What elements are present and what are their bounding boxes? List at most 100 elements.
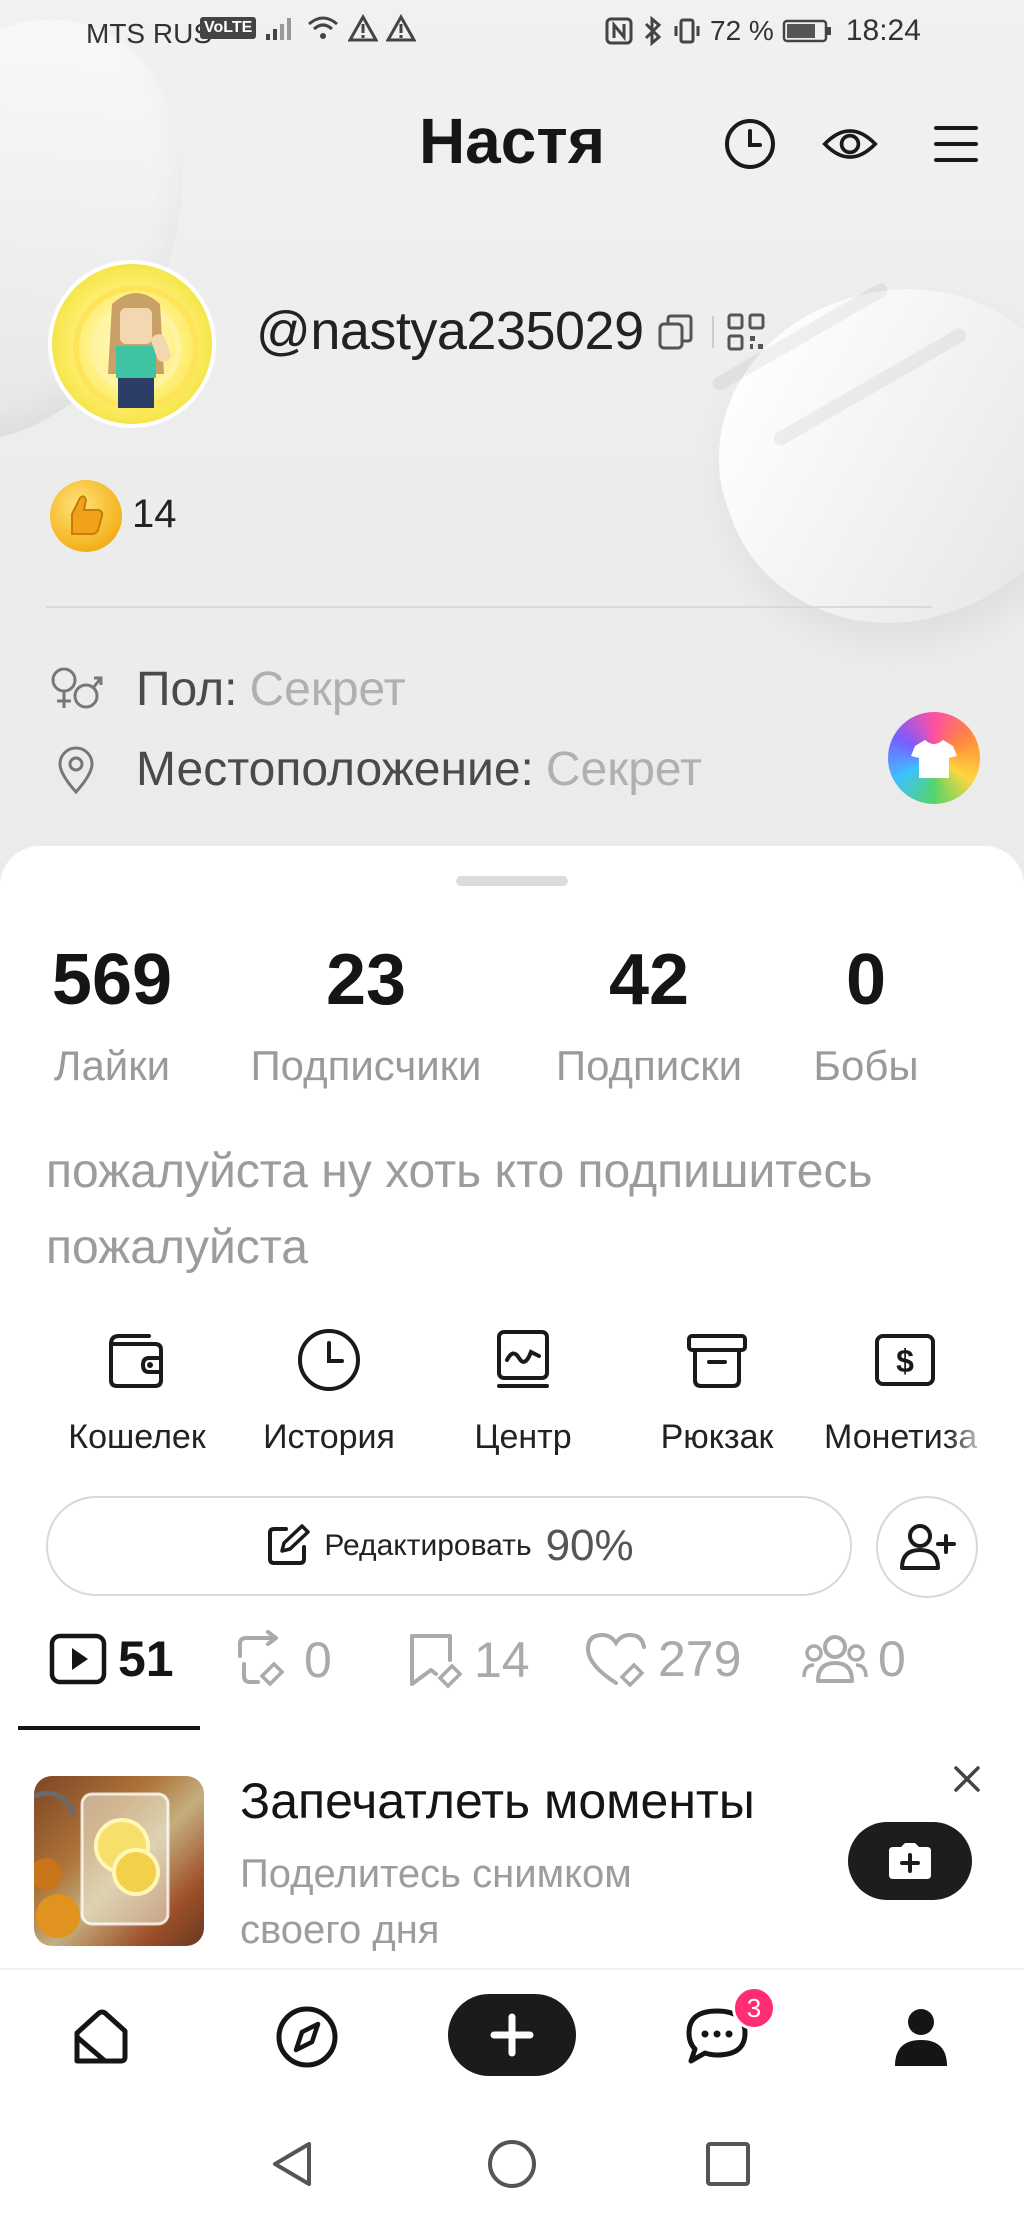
wifi-icon	[308, 16, 339, 39]
shirt-icon	[911, 740, 957, 778]
close-icon[interactable]	[950, 1762, 984, 1796]
clock-icon[interactable]	[722, 116, 778, 172]
location-pin-icon	[58, 746, 94, 794]
gender-value: Секрет	[249, 663, 406, 716]
tab-count: 0	[304, 1632, 332, 1688]
stat-followers[interactable]: 23 Подписчики	[226, 940, 506, 1090]
nav-discover[interactable]	[262, 1992, 352, 2082]
tool-center[interactable]: Центр	[438, 1320, 608, 1457]
tool-backpack[interactable]: Рюкзак	[632, 1320, 802, 1457]
messages-badge: 3	[732, 1986, 776, 2030]
tab-count: 279	[658, 1631, 742, 1687]
gender-row: Пол: Секрет	[48, 662, 406, 717]
card-subtitle: Поделитесь снимком своего дня	[240, 1852, 632, 1952]
qr-code-icon[interactable]	[726, 312, 766, 357]
svg-text:$: $	[896, 1343, 914, 1379]
liked-heart-icon	[585, 1632, 646, 1687]
archive-box-icon	[687, 1334, 747, 1388]
create-plus-icon	[490, 2013, 534, 2057]
add-friend-button[interactable]	[876, 1496, 978, 1598]
menu-icon[interactable]	[928, 116, 984, 172]
add-user-icon	[900, 1524, 956, 1570]
location-value: Секрет	[545, 743, 702, 796]
edit-pencil-icon	[268, 1524, 311, 1565]
tab-count: 0	[878, 1631, 906, 1687]
system-recents-icon[interactable]	[698, 2134, 758, 2194]
thumbs-up-badge-icon[interactable]	[50, 480, 122, 552]
clock-time: 18:24	[845, 14, 921, 47]
system-home-icon[interactable]	[482, 2134, 542, 2194]
camera-plus-icon	[889, 1843, 931, 1879]
edit-percent: 90%	[545, 1521, 634, 1570]
tool-wallet[interactable]: Кошелек	[52, 1320, 222, 1457]
outfit-shirt-button[interactable]	[888, 712, 980, 804]
profile-bio[interactable]: пожалуйста ну хоть кто подпишитесь пожал…	[46, 1134, 986, 1286]
avatar[interactable]	[48, 260, 216, 428]
warning-icon	[348, 14, 379, 42]
group-icon	[802, 1635, 868, 1683]
location-row: Местоположение: Секрет	[48, 742, 702, 797]
battery-percent: 72 %	[710, 15, 774, 46]
tab-groups[interactable]: 0	[802, 1630, 906, 1688]
tool-label: Монетиза	[824, 1418, 978, 1456]
carrier-label: MTS RUS	[86, 18, 212, 49]
wallet-icon	[109, 1334, 163, 1388]
tab-liked[interactable]: 279	[584, 1630, 741, 1688]
tab-count: 14	[474, 1632, 530, 1688]
copy-icon[interactable]	[656, 312, 696, 357]
divider	[46, 606, 932, 608]
tool-history[interactable]: История	[244, 1320, 414, 1457]
signal-icon	[266, 18, 292, 40]
system-back-icon[interactable]	[262, 2134, 322, 2194]
tool-label: История	[263, 1418, 395, 1456]
create-plus-button[interactable]	[448, 1994, 576, 2076]
stat-value: 0	[845, 940, 887, 1020]
history-clock-icon	[298, 1329, 360, 1391]
username: @nastya235029	[256, 301, 644, 361]
dollar-icon: $	[875, 1334, 935, 1386]
vibrate-icon	[674, 18, 700, 44]
tool-label: Центр	[474, 1418, 572, 1456]
eye-icon[interactable]	[822, 116, 878, 172]
gender-icon	[51, 667, 103, 708]
nav-divider	[0, 1968, 1024, 1970]
separator	[712, 316, 714, 348]
tool-label: Кошелек	[68, 1418, 206, 1456]
sheet-drag-handle[interactable]	[456, 876, 568, 886]
stat-label: Бобы	[813, 1042, 919, 1089]
home-icon	[74, 2009, 128, 2064]
stat-label: Подписчики	[250, 1042, 482, 1089]
nav-profile[interactable]	[876, 1992, 966, 2082]
tab-reposts[interactable]: 0	[230, 1630, 332, 1690]
edit-profile-button[interactable]: Редактировать 90%	[46, 1496, 852, 1596]
battery-icon	[782, 19, 831, 43]
location-label: Местоположение:	[136, 743, 534, 796]
camera-button[interactable]	[848, 1822, 972, 1900]
stat-beans[interactable]: 0 Бобы	[796, 940, 936, 1090]
tool-monetization[interactable]: $ Монетиза	[820, 1320, 990, 1457]
profile-icon	[895, 2009, 947, 2066]
stat-value: 42	[608, 940, 690, 1020]
status-right-icons: 72 % 18:24	[604, 14, 921, 48]
stat-value: 23	[325, 940, 407, 1020]
moment-thumbnail[interactable]	[34, 1776, 204, 1946]
likes-badge-count: 14	[132, 492, 177, 536]
active-tab-indicator	[18, 1726, 200, 1730]
gender-label: Пол:	[136, 663, 238, 716]
edit-label: Редактировать	[324, 1529, 532, 1562]
center-chart-icon	[497, 1330, 549, 1388]
tab-videos[interactable]: 51	[48, 1630, 174, 1688]
repost-icon	[238, 1630, 285, 1687]
status-left-icons: VoLTE	[200, 14, 417, 42]
card-title: Запечатлеть моменты	[240, 1773, 755, 1829]
stat-likes[interactable]: 569 Лайки	[30, 940, 194, 1090]
bluetooth-icon	[644, 16, 662, 46]
volte-badge: VoLTE	[200, 17, 257, 39]
warning-icon	[386, 14, 417, 42]
tool-label: Рюкзак	[660, 1418, 774, 1456]
nfc-icon	[605, 17, 633, 45]
stat-following[interactable]: 42 Подписки	[536, 940, 762, 1090]
bookmark-icon	[410, 1634, 463, 1689]
nav-home[interactable]	[56, 1992, 146, 2082]
tab-favorites[interactable]: 14	[404, 1630, 530, 1690]
